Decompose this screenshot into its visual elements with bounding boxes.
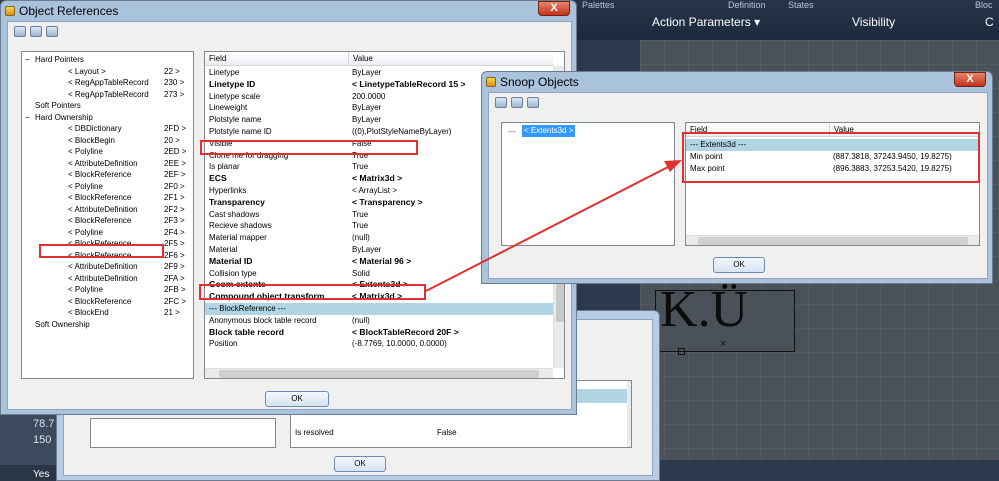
annotation-arrow: [425, 160, 682, 292]
